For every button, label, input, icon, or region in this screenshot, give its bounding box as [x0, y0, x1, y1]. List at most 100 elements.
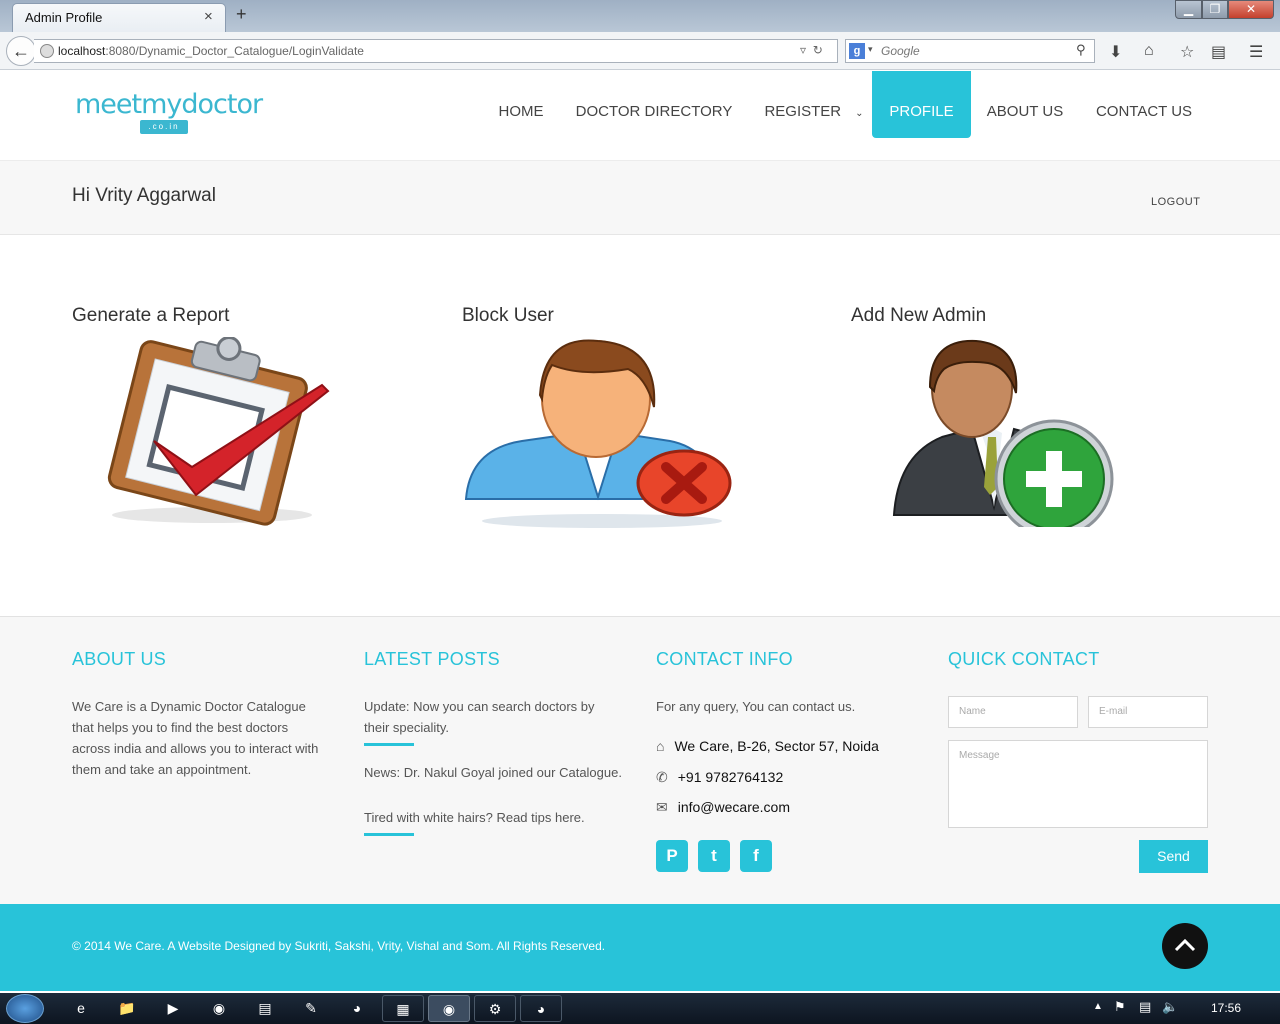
contact-email[interactable]: ✉ info@wecare.com	[656, 799, 790, 816]
globe-icon	[40, 44, 54, 58]
notepad-icon[interactable]: ▤	[244, 995, 286, 1022]
about-line: across india and allows you to interact …	[72, 741, 319, 756]
media-player-icon[interactable]: ▶	[152, 995, 194, 1022]
settings-icon[interactable]: ⚙	[474, 995, 516, 1022]
contact-intro: For any query, You can contact us.	[656, 699, 856, 714]
tab-title: Admin Profile	[25, 10, 103, 25]
search-bar[interactable]: g ▾ Google ⚲	[845, 39, 1095, 63]
url-path: :8080/Dynamic_Doctor_Catalogue/LoginVali…	[105, 44, 364, 58]
send-button[interactable]: Send	[1139, 840, 1208, 873]
network-icon[interactable]: ▤	[1139, 999, 1151, 1015]
firefox-icon[interactable]: ◉	[428, 995, 470, 1022]
contact-address: ⌂ We Care, B-26, Sector 57, Noida	[656, 738, 879, 754]
block-user-title[interactable]: Block User	[462, 305, 554, 327]
greeting-bar: Hi Vrity Aggarwal LOGOUT	[0, 160, 1280, 235]
app-icon[interactable]: ◕	[520, 995, 562, 1022]
nav-about-us[interactable]: ABOUT US	[980, 71, 1070, 138]
pinterest-icon[interactable]: P	[656, 840, 688, 872]
address-text: We Care, B-26, Sector 57, Noida	[674, 738, 879, 754]
footer-about-text: We Care is a Dynamic Doctor Catalogue th…	[72, 696, 318, 780]
tab-close-icon[interactable]: ×	[204, 8, 213, 25]
footer: ABOUT US We Care is a Dynamic Doctor Cat…	[0, 616, 1280, 904]
chevron-down-icon: ⌄	[855, 108, 864, 119]
start-button[interactable]	[6, 994, 44, 1023]
clipboard-check-icon[interactable]	[92, 337, 332, 527]
site-logo[interactable]: meetmydoctor	[75, 89, 263, 120]
about-line: We Care is a Dynamic Doctor Catalogue	[72, 699, 306, 714]
message-field[interactable]: Message	[948, 740, 1208, 828]
search-placeholder: Google	[881, 44, 920, 58]
post-line: Update: Now you can search doctors by	[364, 699, 595, 714]
add-new-admin-title[interactable]: Add New Admin	[851, 305, 986, 327]
contact-phone: ✆ +91 9782764132	[656, 769, 783, 786]
block-user-icon[interactable]	[462, 337, 734, 529]
chrome-icon[interactable]: ◉	[198, 995, 240, 1022]
about-line: that helps you to find the best doctors	[72, 720, 289, 735]
window-close-button[interactable]: ✕	[1228, 0, 1274, 19]
about-line: them and take an appointment.	[72, 762, 252, 777]
add-admin-icon[interactable]	[890, 337, 1122, 527]
url-text: localhost:8080/Dynamic_Doctor_Catalogue/…	[58, 44, 364, 58]
greeting-text: Hi Vrity Aggarwal	[72, 185, 216, 206]
web-page: meetmydoctor .co.in HOME DOCTOR DIRECTOR…	[0, 71, 1280, 993]
volume-icon[interactable]: 🔈	[1162, 999, 1178, 1015]
nav-register[interactable]: REGISTER ⌄	[760, 71, 868, 138]
browser-tab[interactable]: Admin Profile ×	[12, 3, 226, 32]
footer-contact-heading: CONTACT INFO	[656, 649, 793, 669]
windows-taskbar: e 📁 ▶ ◉ ▤ ✎ ◕ ▦ ◉ ⚙ ◕ ▲ ⚑ ▤ 🔈 17:56	[0, 993, 1280, 1024]
post-link[interactable]: News: Dr. Nakul Goyal joined our Catalog…	[364, 762, 622, 783]
app-icon[interactable]: ◕	[336, 995, 378, 1022]
download-icon[interactable]: ⬇	[1109, 42, 1122, 62]
tray-expand-icon[interactable]: ▲	[1093, 1001, 1103, 1012]
address-bar[interactable]: localhost:8080/Dynamic_Doctor_Catalogue/…	[34, 39, 838, 63]
nav-doctor-directory[interactable]: DOCTOR DIRECTORY	[573, 71, 735, 138]
nav-profile[interactable]: PROFILE	[872, 71, 971, 138]
engine-dropdown-icon[interactable]: ▾	[868, 44, 873, 55]
footer-posts-heading: LATEST POSTS	[364, 649, 500, 669]
home-icon: ⌂	[656, 738, 665, 754]
explorer-icon[interactable]: 📁	[106, 995, 148, 1022]
post-underline	[364, 743, 414, 746]
window-maximize-button[interactable]: ❐	[1202, 0, 1228, 19]
name-field[interactable]: Name	[948, 696, 1078, 728]
site-logo-domain: .co.in	[140, 120, 188, 134]
phone-text: +91 9782764132	[677, 769, 784, 785]
url-host: localhost	[58, 44, 106, 58]
editor-icon[interactable]: ✎	[290, 995, 332, 1022]
email-text: info@wecare.com	[677, 799, 790, 815]
chevron-up-icon	[1174, 938, 1196, 952]
back-button[interactable]: ←	[6, 36, 36, 66]
clock[interactable]: 17:56	[1211, 1001, 1241, 1015]
home-icon[interactable]: ⌂	[1144, 42, 1154, 60]
copyright-text: © 2014 We Care. A Website Designed by Su…	[72, 939, 606, 953]
nav-register-label: REGISTER	[764, 103, 842, 120]
post-link[interactable]: Tired with white hairs? Read tips here.	[364, 807, 585, 828]
footer-quick-contact-heading: QUICK CONTACT	[948, 649, 1100, 669]
envelope-icon: ✉	[656, 799, 668, 815]
facebook-icon[interactable]: f	[740, 840, 772, 872]
generate-report-title[interactable]: Generate a Report	[72, 305, 229, 327]
copyright-bar: © 2014 We Care. A Website Designed by Su…	[0, 904, 1280, 991]
nav-home[interactable]: HOME	[490, 71, 552, 138]
ie-icon[interactable]: e	[60, 995, 102, 1022]
post-underline	[364, 833, 414, 836]
scroll-to-top-button[interactable]	[1162, 923, 1208, 969]
search-icon[interactable]: ⚲	[1076, 42, 1086, 58]
footer-about-heading: ABOUT US	[72, 649, 167, 669]
nav-contact-us[interactable]: CONTACT US	[1090, 71, 1198, 138]
window-minimize-button[interactable]: ▁	[1175, 0, 1202, 19]
app-icon[interactable]: ▦	[382, 995, 424, 1022]
new-tab-button[interactable]: +	[236, 4, 247, 25]
google-icon[interactable]: g	[849, 43, 865, 59]
twitter-icon[interactable]: t	[698, 840, 730, 872]
menu-icon[interactable]: ☰	[1249, 42, 1263, 62]
reload-icon[interactable]: ▿ ↻	[800, 43, 823, 57]
reading-list-icon[interactable]: ▤	[1211, 42, 1226, 62]
email-field[interactable]: E-mail	[1088, 696, 1208, 728]
action-center-icon[interactable]: ⚑	[1114, 999, 1126, 1015]
post-line: their speciality.	[364, 720, 450, 735]
bookmark-star-icon[interactable]: ☆	[1180, 42, 1194, 62]
logout-link[interactable]: LOGOUT	[1151, 196, 1200, 208]
phone-icon: ✆	[656, 769, 668, 785]
post-link[interactable]: Update: Now you can search doctors by th…	[364, 696, 595, 738]
